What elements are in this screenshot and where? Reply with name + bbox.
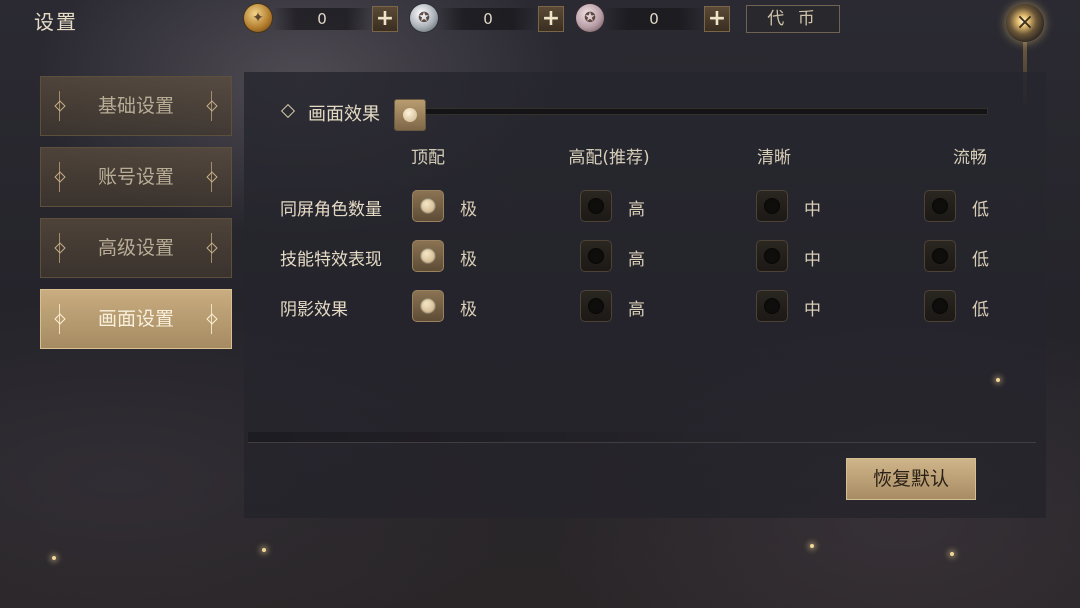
quality-slider-track[interactable] (402, 108, 988, 115)
sidebar-item-label: 画面设置 (97, 308, 174, 330)
column-header-clear: 清晰 (757, 148, 791, 168)
sparkle-decoration (996, 378, 1000, 382)
sparkle-decoration (262, 548, 266, 552)
sparkle-decoration (950, 552, 954, 556)
currency-rose: ✪ 0 + (576, 4, 734, 32)
add-silver-button[interactable]: + (538, 6, 564, 32)
panel-shadow (248, 432, 768, 442)
ornament-icon (207, 162, 217, 192)
radio-characters-low[interactable] (924, 190, 956, 222)
currency-silver: ✪ 0 + (410, 4, 568, 32)
currency-gold: ✦ 0 + (244, 4, 402, 32)
column-header-smooth: 流畅 (953, 148, 987, 168)
radio-shadows-medium[interactable] (756, 290, 788, 322)
radio-effects-high[interactable] (580, 240, 612, 272)
panel-divider (248, 442, 1036, 443)
add-rose-button[interactable]: + (704, 6, 730, 32)
radio-characters-medium[interactable] (756, 190, 788, 222)
token-button[interactable]: 代 币 (746, 5, 840, 33)
sidebar-item-account[interactable]: 账号设置 (40, 147, 232, 207)
sidebar-item-label: 基础设置 (97, 95, 174, 117)
close-button[interactable]: × (1006, 4, 1044, 42)
radio-effects-medium[interactable] (756, 240, 788, 272)
row-label-effects: 技能特效表现 (280, 250, 382, 270)
sidebar-item-label: 账号设置 (97, 166, 174, 188)
radio-shadows-low[interactable] (924, 290, 956, 322)
rose-coin-icon: ✪ (576, 4, 604, 32)
radio-shadows-high[interactable] (580, 290, 612, 322)
ornament-icon (55, 233, 65, 263)
radio-shadows-ultra[interactable] (412, 290, 444, 322)
option-label: 高 (628, 300, 645, 320)
option-label: 高 (628, 250, 645, 270)
silver-coin-icon: ✪ (410, 4, 438, 32)
ornament-icon (207, 91, 217, 121)
ornament-icon (55, 91, 65, 121)
column-header-high: 高配(推荐) (568, 148, 650, 168)
gold-amount: 0 (272, 8, 372, 30)
ornament-icon (55, 162, 65, 192)
row-label-shadows: 阴影效果 (280, 300, 348, 320)
row-label-characters: 同屏角色数量 (280, 200, 382, 220)
ornament-icon (55, 304, 65, 334)
radio-effects-low[interactable] (924, 240, 956, 272)
option-label: 中 (804, 300, 821, 320)
reset-defaults-button[interactable]: 恢复默认 (846, 458, 976, 500)
page-title: 设置 (34, 10, 78, 34)
section-title: 画面效果 (308, 104, 380, 125)
column-header-ultra: 顶配 (411, 148, 445, 168)
radio-characters-ultra[interactable] (412, 190, 444, 222)
ornament-icon (207, 233, 217, 263)
option-label: 低 (972, 300, 989, 320)
option-label: 极 (460, 200, 477, 220)
sparkle-decoration (810, 544, 814, 548)
option-label: 中 (804, 250, 821, 270)
option-label: 高 (628, 200, 645, 220)
radio-characters-high[interactable] (580, 190, 612, 222)
ornament-icon (207, 304, 217, 334)
option-label: 低 (972, 250, 989, 270)
sparkle-decoration (52, 556, 56, 560)
option-label: 极 (460, 300, 477, 320)
add-gold-button[interactable]: + (372, 6, 398, 32)
sidebar-item-label: 高级设置 (97, 237, 174, 259)
radio-effects-ultra[interactable] (412, 240, 444, 272)
sidebar-item-graphics[interactable]: 画面设置 (40, 289, 232, 349)
top-bar: 设置 ✦ 0 + ✪ 0 + ✪ 0 + 代 币 × (0, 0, 1080, 104)
silver-amount: 0 (438, 8, 538, 30)
quality-slider-handle[interactable] (394, 99, 426, 131)
option-label: 极 (460, 250, 477, 270)
sidebar-item-basic[interactable]: 基础设置 (40, 76, 232, 136)
rose-amount: 0 (604, 8, 704, 30)
close-icon: × (1015, 10, 1035, 35)
sidebar-item-advanced[interactable]: 高级设置 (40, 218, 232, 278)
gold-coin-icon: ✦ (244, 4, 272, 32)
option-label: 低 (972, 200, 989, 220)
option-label: 中 (804, 200, 821, 220)
